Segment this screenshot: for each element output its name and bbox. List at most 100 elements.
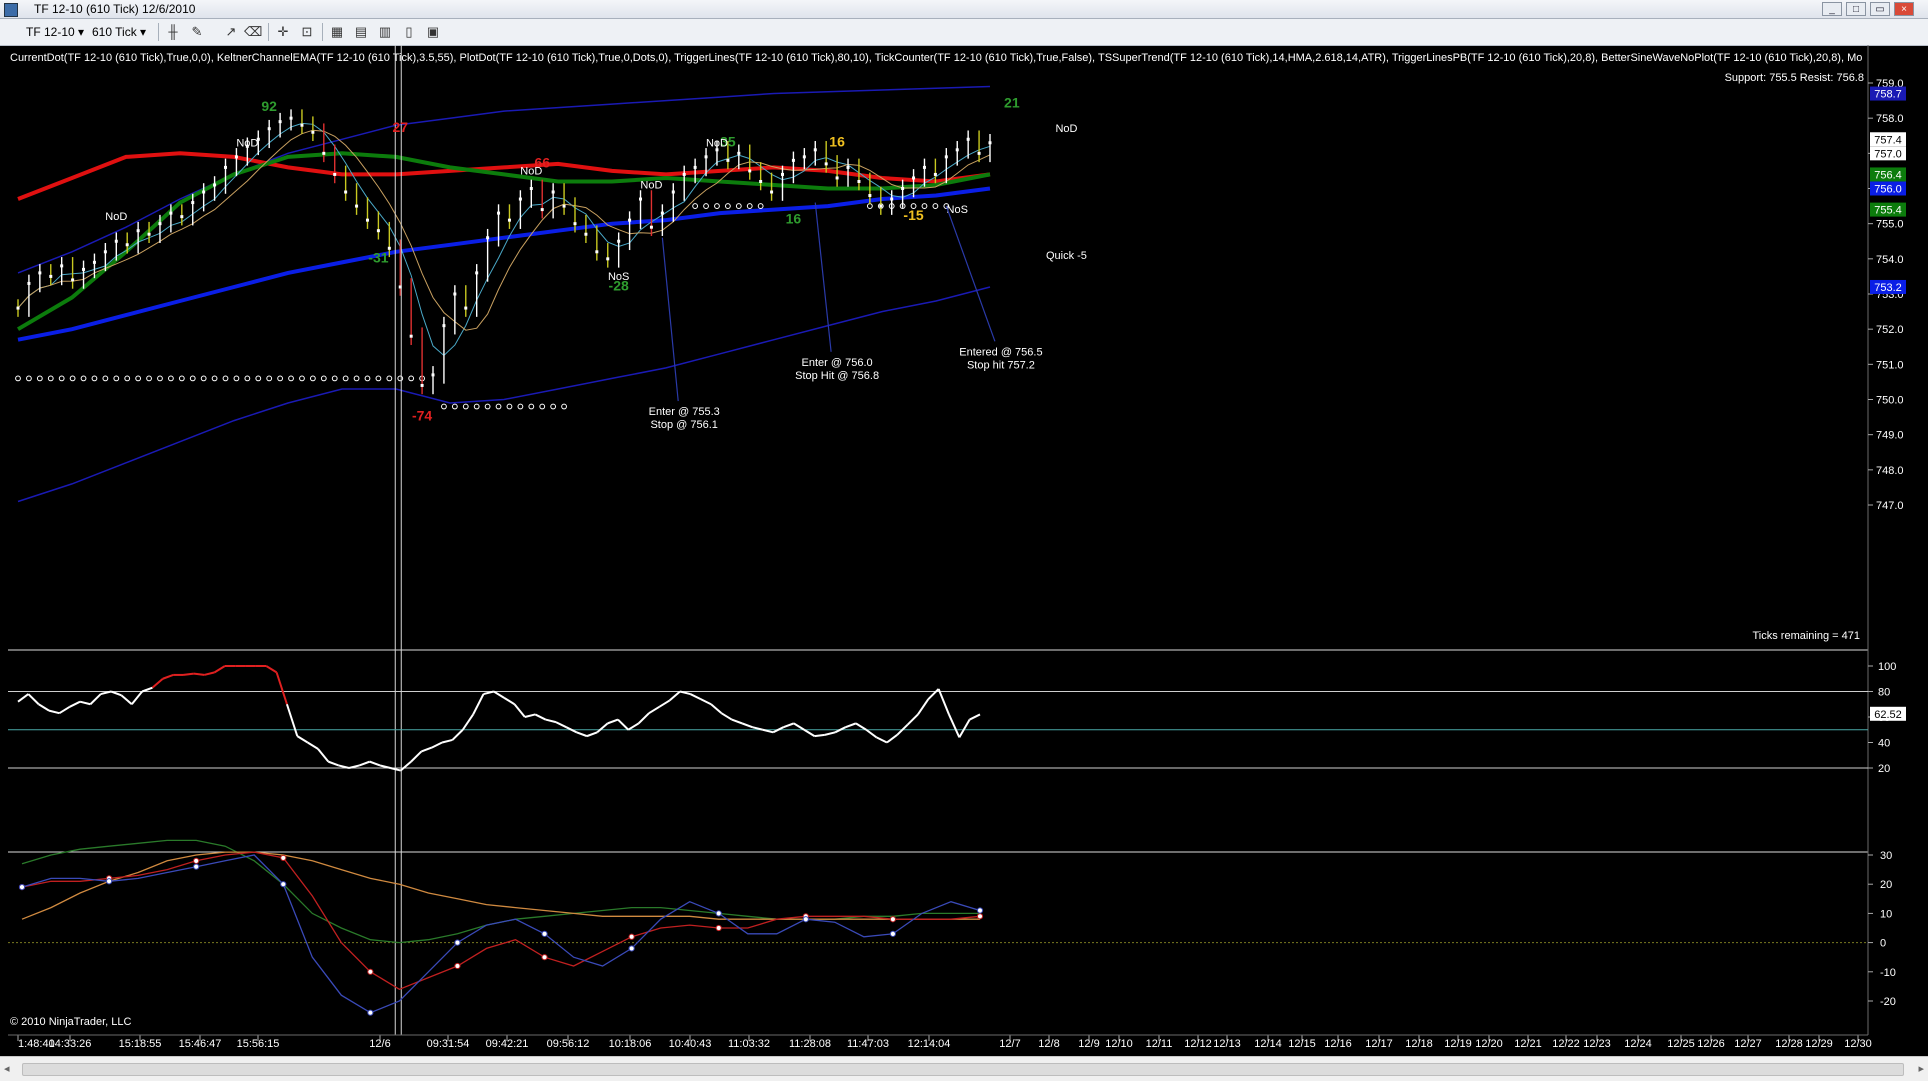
price-tag-label: 755.4 — [1874, 205, 1902, 217]
close-dot — [376, 229, 380, 233]
supertrend-dot — [462, 403, 469, 410]
oscillator-segment — [741, 722, 753, 729]
oscillator-segment — [120, 694, 133, 706]
close-dot — [278, 120, 282, 124]
close-dot — [846, 165, 850, 169]
supertrend-dot — [451, 403, 458, 410]
annotation-arrow — [945, 205, 996, 342]
x-tick-label: 11:03:32 — [728, 1038, 770, 1050]
scroll-right-icon[interactable]: ▸ — [1918, 1062, 1924, 1075]
oscillator-segment — [596, 722, 609, 734]
oscillator-segment — [410, 750, 423, 763]
sine-dot — [454, 939, 461, 946]
oscillator-segment — [937, 688, 950, 715]
oscillator-segment — [451, 729, 464, 741]
price-tag-label: 756.4 — [1874, 169, 1902, 181]
x-tick-label: 12/15 — [1288, 1038, 1316, 1050]
crosshair-icon[interactable]: ✛ — [274, 23, 292, 41]
supertrend-dot — [189, 375, 196, 382]
oscillator-segment — [369, 760, 381, 767]
chart-canvas[interactable]: CurrentDot(TF 12-10 (610 Tick),True,0,0)… — [0, 45, 1928, 1055]
swing-count-label: 16 — [829, 133, 845, 149]
window-title: TF 12-10 (610 Tick) 12/6/2010 — [34, 2, 196, 16]
properties-icon[interactable]: ▣ — [424, 23, 442, 41]
oscillator-segment — [79, 700, 91, 706]
instrument-label: TF 12-10 — [26, 25, 75, 39]
oscillator-segment — [17, 693, 29, 703]
close-dot — [224, 165, 228, 169]
scroll-left-icon[interactable]: ◂ — [4, 1062, 10, 1075]
oscillator-segment — [48, 709, 60, 715]
ticks-remaining-label: Ticks remaining = 471 — [1752, 630, 1860, 642]
restore-button[interactable]: ▭ — [1870, 2, 1890, 16]
x-tick-label: 12/7 — [999, 1038, 1020, 1050]
close-dot — [791, 158, 795, 162]
oscillator-segment — [545, 718, 557, 724]
data-box-icon[interactable]: ▯ — [400, 23, 418, 41]
trade-annotation-text: Enter @ 756.0 — [802, 357, 873, 369]
eraser-icon[interactable]: ⌫ — [244, 23, 262, 41]
close-dot — [442, 324, 446, 328]
chart-icon[interactable]: ▥ — [376, 23, 394, 41]
oscillator-segment — [689, 693, 702, 701]
x-tick-label: 12/23 — [1583, 1038, 1611, 1050]
sine-dot — [541, 954, 548, 961]
scroll-thumb[interactable] — [22, 1063, 1904, 1076]
oscillator-segment — [617, 718, 630, 731]
supertrend-dot — [200, 375, 207, 382]
price-tick-label: 749.0 — [1876, 430, 1904, 442]
close-dot — [202, 190, 206, 194]
oscillator-segment — [421, 746, 433, 753]
oscillator-segment — [503, 697, 516, 706]
sine-dot — [976, 907, 984, 914]
x-tick-label: 12/30 — [1844, 1038, 1872, 1050]
oscillator-segment — [803, 728, 816, 737]
oscillator-segment — [700, 698, 712, 706]
x-tick-label: 12/27 — [1734, 1038, 1762, 1050]
oscillator-segment — [461, 713, 474, 731]
supertrend-dot — [866, 203, 873, 209]
close-dot — [344, 190, 348, 194]
close-dot — [824, 162, 828, 166]
oscillator-segment — [307, 741, 319, 750]
close-dot — [584, 232, 588, 236]
signal-label: NoD — [1055, 123, 1077, 135]
close-dot — [748, 169, 752, 173]
close-dot — [38, 271, 42, 275]
maximize-button[interactable]: □ — [1846, 2, 1866, 16]
close-dot — [507, 218, 511, 222]
close-dot — [497, 211, 501, 215]
x-tick-label: 09:56:12 — [547, 1038, 590, 1050]
close-button[interactable]: × — [1894, 2, 1914, 16]
signal-label: NoD — [520, 165, 542, 177]
horizontal-scrollbar[interactable]: ◂ ▸ — [0, 1056, 1928, 1081]
supertrend-dot — [320, 375, 327, 382]
supertrend-dot — [178, 375, 185, 382]
indicators-icon[interactable]: ▦ — [328, 23, 346, 41]
drawing-tool-icon[interactable]: ↗ — [222, 23, 240, 41]
bar-type-icon[interactable]: ╫ — [164, 23, 182, 41]
price-tick-label: 748.0 — [1876, 465, 1904, 477]
title-bar: TF 12-10 (610 Tick) 12/6/2010 _ □ ▭ × — [0, 0, 1928, 19]
instrument-selector[interactable]: TF 12-10 ▾ — [26, 23, 84, 41]
supertrend-dot — [146, 375, 152, 382]
interval-selector[interactable]: 610 Tick ▾ — [92, 23, 146, 41]
x-tick-label: 12/11 — [1146, 1038, 1173, 1050]
close-dot — [770, 190, 774, 194]
x-tick-label: 12/25 — [1667, 1038, 1695, 1050]
oscillator-segment — [27, 693, 40, 705]
close-dot — [27, 281, 31, 285]
strategies-icon[interactable]: ▤ — [352, 23, 370, 41]
zoom-icon[interactable]: ⊡ — [298, 23, 316, 41]
close-dot — [835, 176, 839, 180]
sine-dot — [802, 916, 809, 923]
oscillator-segment — [824, 731, 836, 736]
oscillator-segment — [317, 748, 330, 763]
pencil-icon[interactable]: ✎ — [188, 23, 206, 41]
oscillator-segment — [296, 735, 309, 744]
x-tick-label: 12/18 — [1405, 1038, 1433, 1050]
supertrend-dot — [495, 403, 502, 410]
close-dot — [759, 179, 763, 183]
minimize-button[interactable]: _ — [1822, 2, 1842, 16]
signal-label: NoS — [608, 271, 629, 283]
